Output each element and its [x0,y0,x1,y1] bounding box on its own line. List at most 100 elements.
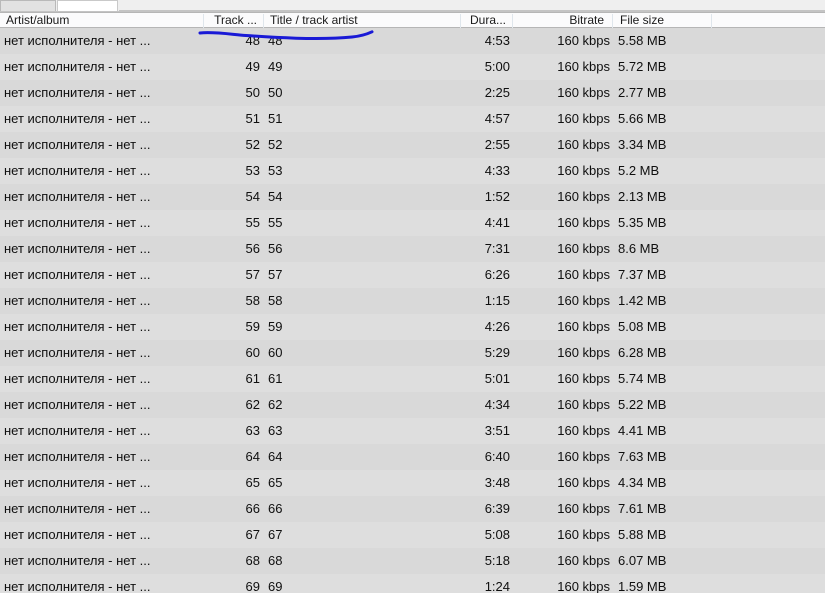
row-cell-filesize: 8.6 MB [618,241,660,256]
row-cell-title: 69 [268,579,283,593]
table-row[interactable]: нет исполнителя - нет ... 50 50 2:25 160 kbp… [0,80,825,106]
row-cell-title: 50 [268,85,283,100]
row-cell-bitrate: 160 kbps [557,215,610,230]
row-cell-bitrate: 160 kbps [557,423,610,438]
table-row[interactable]: нет исполнителя - нет ... 64 64 6:40 160 kbp… [0,444,825,470]
column-divider-track-title[interactable] [263,14,264,28]
row-cell-artist: нет исполнителя - нет ... [4,33,151,48]
row-cell-title: 67 [268,527,283,542]
table-row[interactable]: нет исполнителя - нет ... 62 62 4:34 160 kbp… [0,392,825,418]
row-cell-track: 69 [245,579,260,593]
row-cell-track: 68 [245,553,260,568]
row-cell-title: 59 [268,319,283,334]
column-divider-artist-track[interactable] [203,14,204,28]
table-row[interactable]: нет исполнителя - нет ... 59 59 4:26 160 kbp… [0,314,825,340]
row-cell-duration: 4:53 [484,33,510,48]
column-divider-duration-bitrate[interactable] [512,14,513,28]
row-cell-duration: 2:55 [484,137,510,152]
column-header-duration[interactable]: Dura... [462,13,510,28]
table-row[interactable]: нет исполнителя - нет ... 53 53 4:33 160 kbp… [0,158,825,184]
row-cell-duration: 6:26 [484,267,510,282]
row-cell-duration: 1:52 [484,189,510,204]
row-cell-filesize: 6.07 MB [618,553,667,568]
playlist-rows-container[interactable]: нет исполнителя - нет ... 48 48 4:53 160 kbp… [0,28,825,593]
row-cell-artist: нет исполнителя - нет ... [4,579,151,593]
row-cell-filesize: 2.77 MB [618,85,667,100]
row-cell-duration: 2:25 [484,85,510,100]
table-row[interactable]: нет исполнителя - нет ... 54 54 1:52 160 kbp… [0,184,825,210]
row-cell-artist: нет исполнителя - нет ... [4,85,151,100]
row-cell-bitrate: 160 kbps [557,267,610,282]
row-cell-artist: нет исполнителя - нет ... [4,501,151,516]
row-cell-bitrate: 160 kbps [557,59,610,74]
row-cell-bitrate: 160 kbps [557,397,610,412]
row-cell-track: 63 [245,423,260,438]
row-cell-track: 65 [245,475,260,490]
row-cell-duration: 6:40 [484,449,510,464]
media-library-window: Artist/album Track ... Title / track art… [0,0,825,593]
table-row[interactable]: нет исполнителя - нет ... 48 48 4:53 160 kbp… [0,28,825,54]
table-row[interactable]: нет исполнителя - нет ... 60 60 5:29 160 kbp… [0,340,825,366]
column-header-track[interactable]: Track ... [205,13,261,28]
row-cell-duration: 1:24 [484,579,510,593]
column-header-filesize[interactable]: File size [616,13,708,28]
row-cell-title: 65 [268,475,283,490]
table-row[interactable]: нет исполнителя - нет ... 63 63 3:51 160 kbp… [0,418,825,444]
row-cell-duration: 5:08 [484,527,510,542]
table-row[interactable]: нет исполнителя - нет ... 65 65 3:48 160 kbp… [0,470,825,496]
row-cell-track: 54 [245,189,260,204]
row-cell-artist: нет исполнителя - нет ... [4,111,151,126]
table-row[interactable]: нет исполнителя - нет ... 68 68 5:18 160 kbp… [0,548,825,574]
table-row[interactable]: нет исполнителя - нет ... 55 55 4:41 160 kbp… [0,210,825,236]
table-row[interactable]: нет исполнителя - нет ... 66 66 6:39 160 kbp… [0,496,825,522]
tab-inactive-1[interactable] [0,0,56,11]
row-cell-duration: 4:34 [484,397,510,412]
row-cell-duration: 4:41 [484,215,510,230]
row-cell-track: 64 [245,449,260,464]
column-header-bitrate[interactable]: Bitrate [514,13,608,28]
column-divider-bitrate-filesize[interactable] [612,14,613,28]
row-cell-artist: нет исполнителя - нет ... [4,553,151,568]
row-cell-artist: нет исполнителя - нет ... [4,423,151,438]
table-row[interactable]: нет исполнителя - нет ... 58 58 1:15 160 kbp… [0,288,825,314]
row-cell-filesize: 6.28 MB [618,345,667,360]
table-row[interactable]: нет исполнителя - нет ... 51 51 4:57 160 kbp… [0,106,825,132]
table-row[interactable]: нет исполнителя - нет ... 69 69 1:24 160 kbp… [0,574,825,593]
table-row[interactable]: нет исполнителя - нет ... 61 61 5:01 160 kbp… [0,366,825,392]
row-cell-bitrate: 160 kbps [557,319,610,334]
column-header-bar[interactable]: Artist/album Track ... Title / track art… [0,12,825,28]
row-cell-track: 50 [245,85,260,100]
row-cell-track: 49 [245,59,260,74]
table-row[interactable]: нет исполнителя - нет ... 57 57 6:26 160 kbp… [0,262,825,288]
column-divider-title-duration[interactable] [460,14,461,28]
row-cell-track: 66 [245,501,260,516]
row-cell-duration: 4:26 [484,319,510,334]
row-cell-filesize: 5.22 MB [618,397,667,412]
row-cell-track: 52 [245,137,260,152]
row-cell-title: 53 [268,163,283,178]
row-cell-filesize: 5.35 MB [618,215,667,230]
tab-active[interactable] [57,0,118,11]
column-header-title[interactable]: Title / track artist [266,13,458,28]
row-cell-bitrate: 160 kbps [557,189,610,204]
table-row[interactable]: нет исполнителя - нет ... 49 49 5:00 160 kbp… [0,54,825,80]
row-cell-duration: 4:33 [484,163,510,178]
row-cell-title: 52 [268,137,283,152]
column-divider-filesize-end[interactable] [711,14,712,28]
row-cell-artist: нет исполнителя - нет ... [4,163,151,178]
row-cell-track: 67 [245,527,260,542]
row-cell-title: 49 [268,59,283,74]
table-row[interactable]: нет исполнителя - нет ... 56 56 7:31 160 kbp… [0,236,825,262]
row-cell-filesize: 7.63 MB [618,449,667,464]
table-row[interactable]: нет исполнителя - нет ... 52 52 2:55 160 kbp… [0,132,825,158]
column-header-artist[interactable]: Artist/album [2,13,202,28]
row-cell-title: 64 [268,449,283,464]
table-row[interactable]: нет исполнителя - нет ... 67 67 5:08 160 kbp… [0,522,825,548]
row-cell-bitrate: 160 kbps [557,111,610,126]
row-cell-artist: нет исполнителя - нет ... [4,371,151,386]
row-cell-bitrate: 160 kbps [557,579,610,593]
row-cell-track: 60 [245,345,260,360]
row-cell-artist: нет исполнителя - нет ... [4,449,151,464]
row-cell-duration: 4:57 [484,111,510,126]
row-cell-filesize: 5.66 MB [618,111,667,126]
